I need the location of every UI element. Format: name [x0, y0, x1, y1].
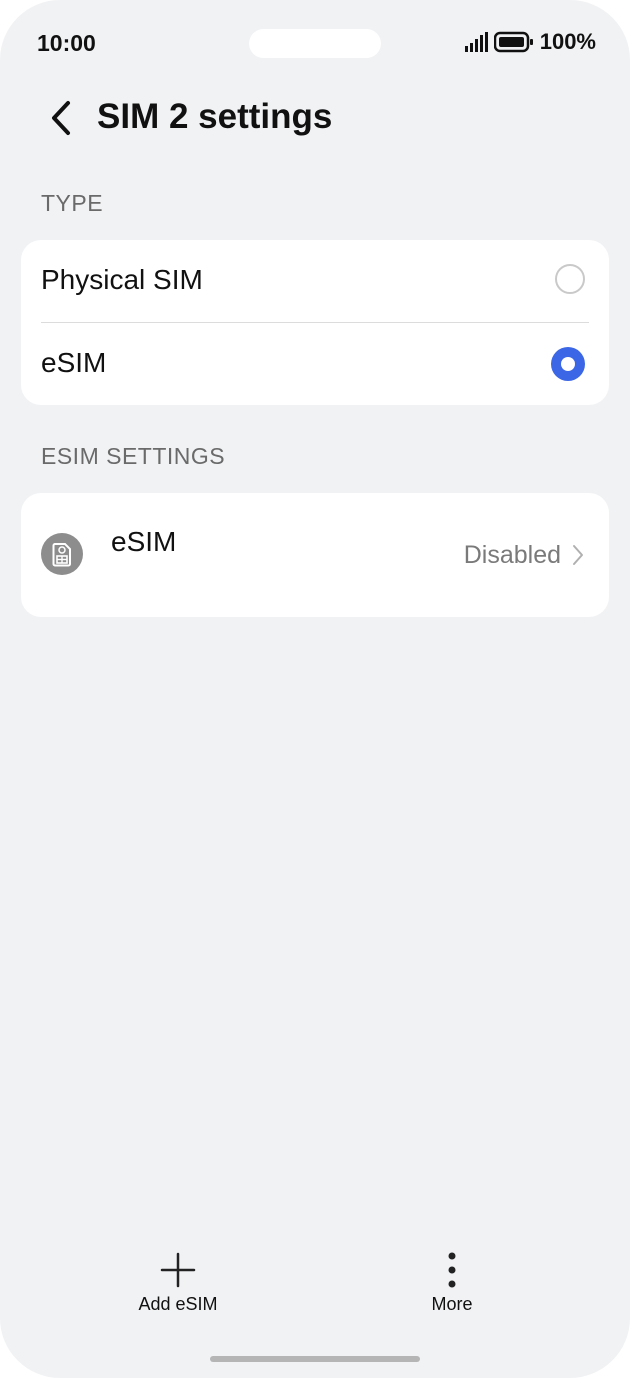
- more-label: More: [431, 1294, 473, 1314]
- esim-settings-card[interactable]: eSIM Disabled: [21, 493, 609, 617]
- status-time: 10:00: [37, 30, 96, 56]
- radio-button-unselected[interactable]: [555, 264, 585, 294]
- option-label: Physical SIM: [41, 264, 203, 295]
- battery-percentage: 100%: [539, 29, 596, 54]
- battery-icon: [493, 31, 533, 53]
- option-label: eSIM: [41, 347, 107, 378]
- more-button[interactable]: More: [402, 1250, 502, 1315]
- chevron-right-icon: [573, 545, 583, 565]
- phone-screen: 10:00 100% SIM 2 settings TYPE Physical …: [0, 0, 630, 1378]
- esim-item-label: eSIM: [111, 526, 177, 557]
- signal-bars-icon: [464, 32, 488, 52]
- more-vertical-icon: [448, 1252, 456, 1288]
- camera-cutout: [249, 29, 381, 58]
- radio-button-selected[interactable]: [551, 347, 585, 381]
- page-title: SIM 2 settings: [97, 97, 333, 136]
- option-physical-sim[interactable]: Physical SIM: [21, 240, 609, 323]
- esim-status-value: Disabled: [463, 541, 561, 569]
- back-arrow-icon[interactable]: [44, 98, 78, 138]
- add-esim-button[interactable]: Add eSIM: [128, 1250, 228, 1315]
- add-esim-label: Add eSIM: [138, 1294, 218, 1314]
- home-indicator[interactable]: [210, 1356, 420, 1362]
- status-indicators: 100%: [464, 29, 596, 55]
- type-section-label: TYPE: [41, 190, 104, 216]
- esim-settings-section-label: ESIM SETTINGS: [41, 443, 226, 469]
- type-card: Physical SIM eSIM: [21, 240, 609, 405]
- plus-icon: [160, 1252, 196, 1288]
- option-esim[interactable]: eSIM: [21, 323, 609, 405]
- esim-card-icon: [41, 533, 83, 575]
